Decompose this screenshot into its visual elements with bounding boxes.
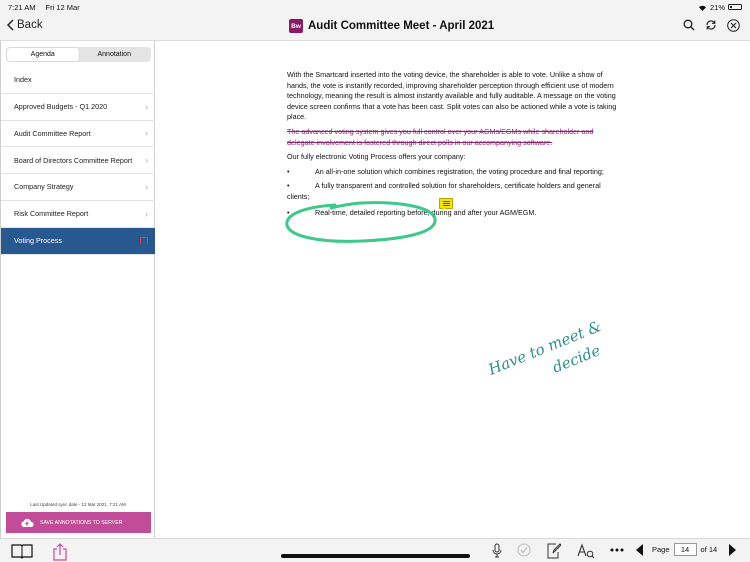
share-icon[interactable]	[53, 543, 67, 561]
title-group: Bw Audit Committee Meet - April 2021	[289, 19, 494, 33]
tab-agenda[interactable]: Agenda	[7, 48, 79, 61]
strikethrough-paragraph: The advanced voting system gives you ful…	[287, 126, 594, 147]
agenda-sidebar: Agenda Annotation Index Approved Budgets…	[0, 41, 155, 538]
flag-icon	[140, 237, 148, 245]
agenda-item-label: Voting Process	[14, 235, 62, 245]
agenda-item-index[interactable]: Index	[1, 67, 155, 94]
ink-circle-annotation[interactable]	[283, 201, 439, 245]
sync-status: Last Updated sync date - 12 Mar 2021, 7:…	[30, 502, 126, 507]
agenda-item-approved-budgets[interactable]: Approved Budgets - Q1 2020 ›	[1, 94, 155, 121]
agenda-item-audit-committee[interactable]: Audit Committee Report ›	[1, 121, 155, 148]
more-icon[interactable]	[610, 548, 624, 552]
agenda-item-label: Audit Committee Report	[14, 128, 91, 138]
bottom-toolbar: Page 14 of 14	[0, 538, 750, 562]
chevron-left-icon	[7, 19, 14, 31]
back-label: Back	[17, 19, 43, 31]
battery-icon	[728, 4, 742, 10]
battery-percent: 21%	[709, 2, 725, 12]
document-paragraph: With the Smartcard inserted into the vot…	[287, 70, 617, 122]
bullet-symbol: •	[287, 181, 290, 191]
agenda-item-label: Approved Budgets - Q1 2020	[14, 101, 108, 111]
microphone-icon[interactable]	[492, 543, 502, 559]
agenda-list: Index Approved Budgets - Q1 2020 › Audit…	[1, 67, 155, 255]
agenda-item-label: Company Strategy	[14, 182, 74, 192]
page-number-input[interactable]: 14	[673, 543, 697, 556]
back-button[interactable]: Back	[7, 19, 43, 31]
agenda-item-label: Risk Committee Report	[14, 209, 89, 219]
document-viewer[interactable]: With the Smartcard inserted into the vot…	[155, 41, 750, 538]
agenda-item-label: Board of Directors Committee Report	[14, 155, 133, 165]
sidebar-segmented-control: Agenda Annotation	[6, 47, 151, 62]
agenda-item-label: Index	[14, 75, 32, 85]
chevron-right-icon: ›	[145, 101, 148, 112]
home-indicator	[281, 554, 470, 558]
document-intro: Our fully electronic Voting Process offe…	[287, 152, 466, 162]
edit-document-icon[interactable]	[547, 543, 561, 559]
agenda-item-risk-committee[interactable]: Risk Committee Report ›	[1, 201, 155, 228]
chevron-right-icon: ›	[145, 155, 148, 166]
chevron-right-icon: ›	[145, 128, 148, 139]
app-logo-icon: Bw	[289, 19, 303, 33]
agenda-item-voting-process[interactable]: Voting Process	[1, 227, 155, 255]
close-icon[interactable]	[727, 19, 740, 32]
search-icon[interactable]	[683, 19, 695, 31]
save-annotations-button[interactable]: SAVE ANNOTATIONS TO SERVER	[6, 512, 151, 533]
text-search-icon[interactable]	[577, 543, 595, 559]
nav-bar: Back Bw Audit Committee Meet - April 202…	[0, 14, 750, 41]
status-bar: 7:21 AM Fri 12 Mar 21%	[0, 0, 750, 14]
save-annotations-label: SAVE ANNOTATIONS TO SERVER	[40, 519, 123, 526]
chevron-right-icon: ›	[145, 182, 148, 193]
chevron-right-icon: ›	[145, 208, 148, 219]
page-total: of 14	[700, 545, 718, 554]
nav-actions	[683, 19, 740, 32]
book-icon[interactable]	[11, 543, 33, 559]
checkmark-circle-icon[interactable]	[517, 543, 531, 557]
previous-page-icon[interactable]	[636, 543, 643, 556]
status-time: 7:21 AM	[8, 2, 36, 12]
sync-icon[interactable]	[705, 19, 717, 31]
wifi-icon	[698, 5, 706, 11]
status-date: Fri 12 Mar	[45, 2, 80, 12]
tab-annotation[interactable]: Annotation	[79, 48, 151, 61]
bullet-text: An all-in-one solution which combines re…	[315, 166, 604, 176]
comment-note-icon[interactable]	[439, 198, 453, 210]
agenda-item-board-of-directors[interactable]: Board of Directors Committee Report ›	[1, 147, 155, 175]
page-label: Page	[652, 545, 670, 554]
bullet-symbol: •	[287, 166, 290, 176]
bullet-item: • An all-in-one solution which combines r…	[287, 167, 617, 178]
handwritten-note-annotation[interactable]: Have to meet & decide	[485, 303, 615, 383]
agenda-item-company-strategy[interactable]: Company Strategy ›	[1, 174, 155, 201]
next-page-icon[interactable]	[729, 543, 737, 556]
page-navigator: Page 14 of 14	[636, 543, 737, 556]
page-title: Audit Committee Meet - April 2021	[308, 20, 495, 32]
status-right: 21%	[698, 3, 742, 12]
cloud-upload-icon	[21, 518, 34, 527]
